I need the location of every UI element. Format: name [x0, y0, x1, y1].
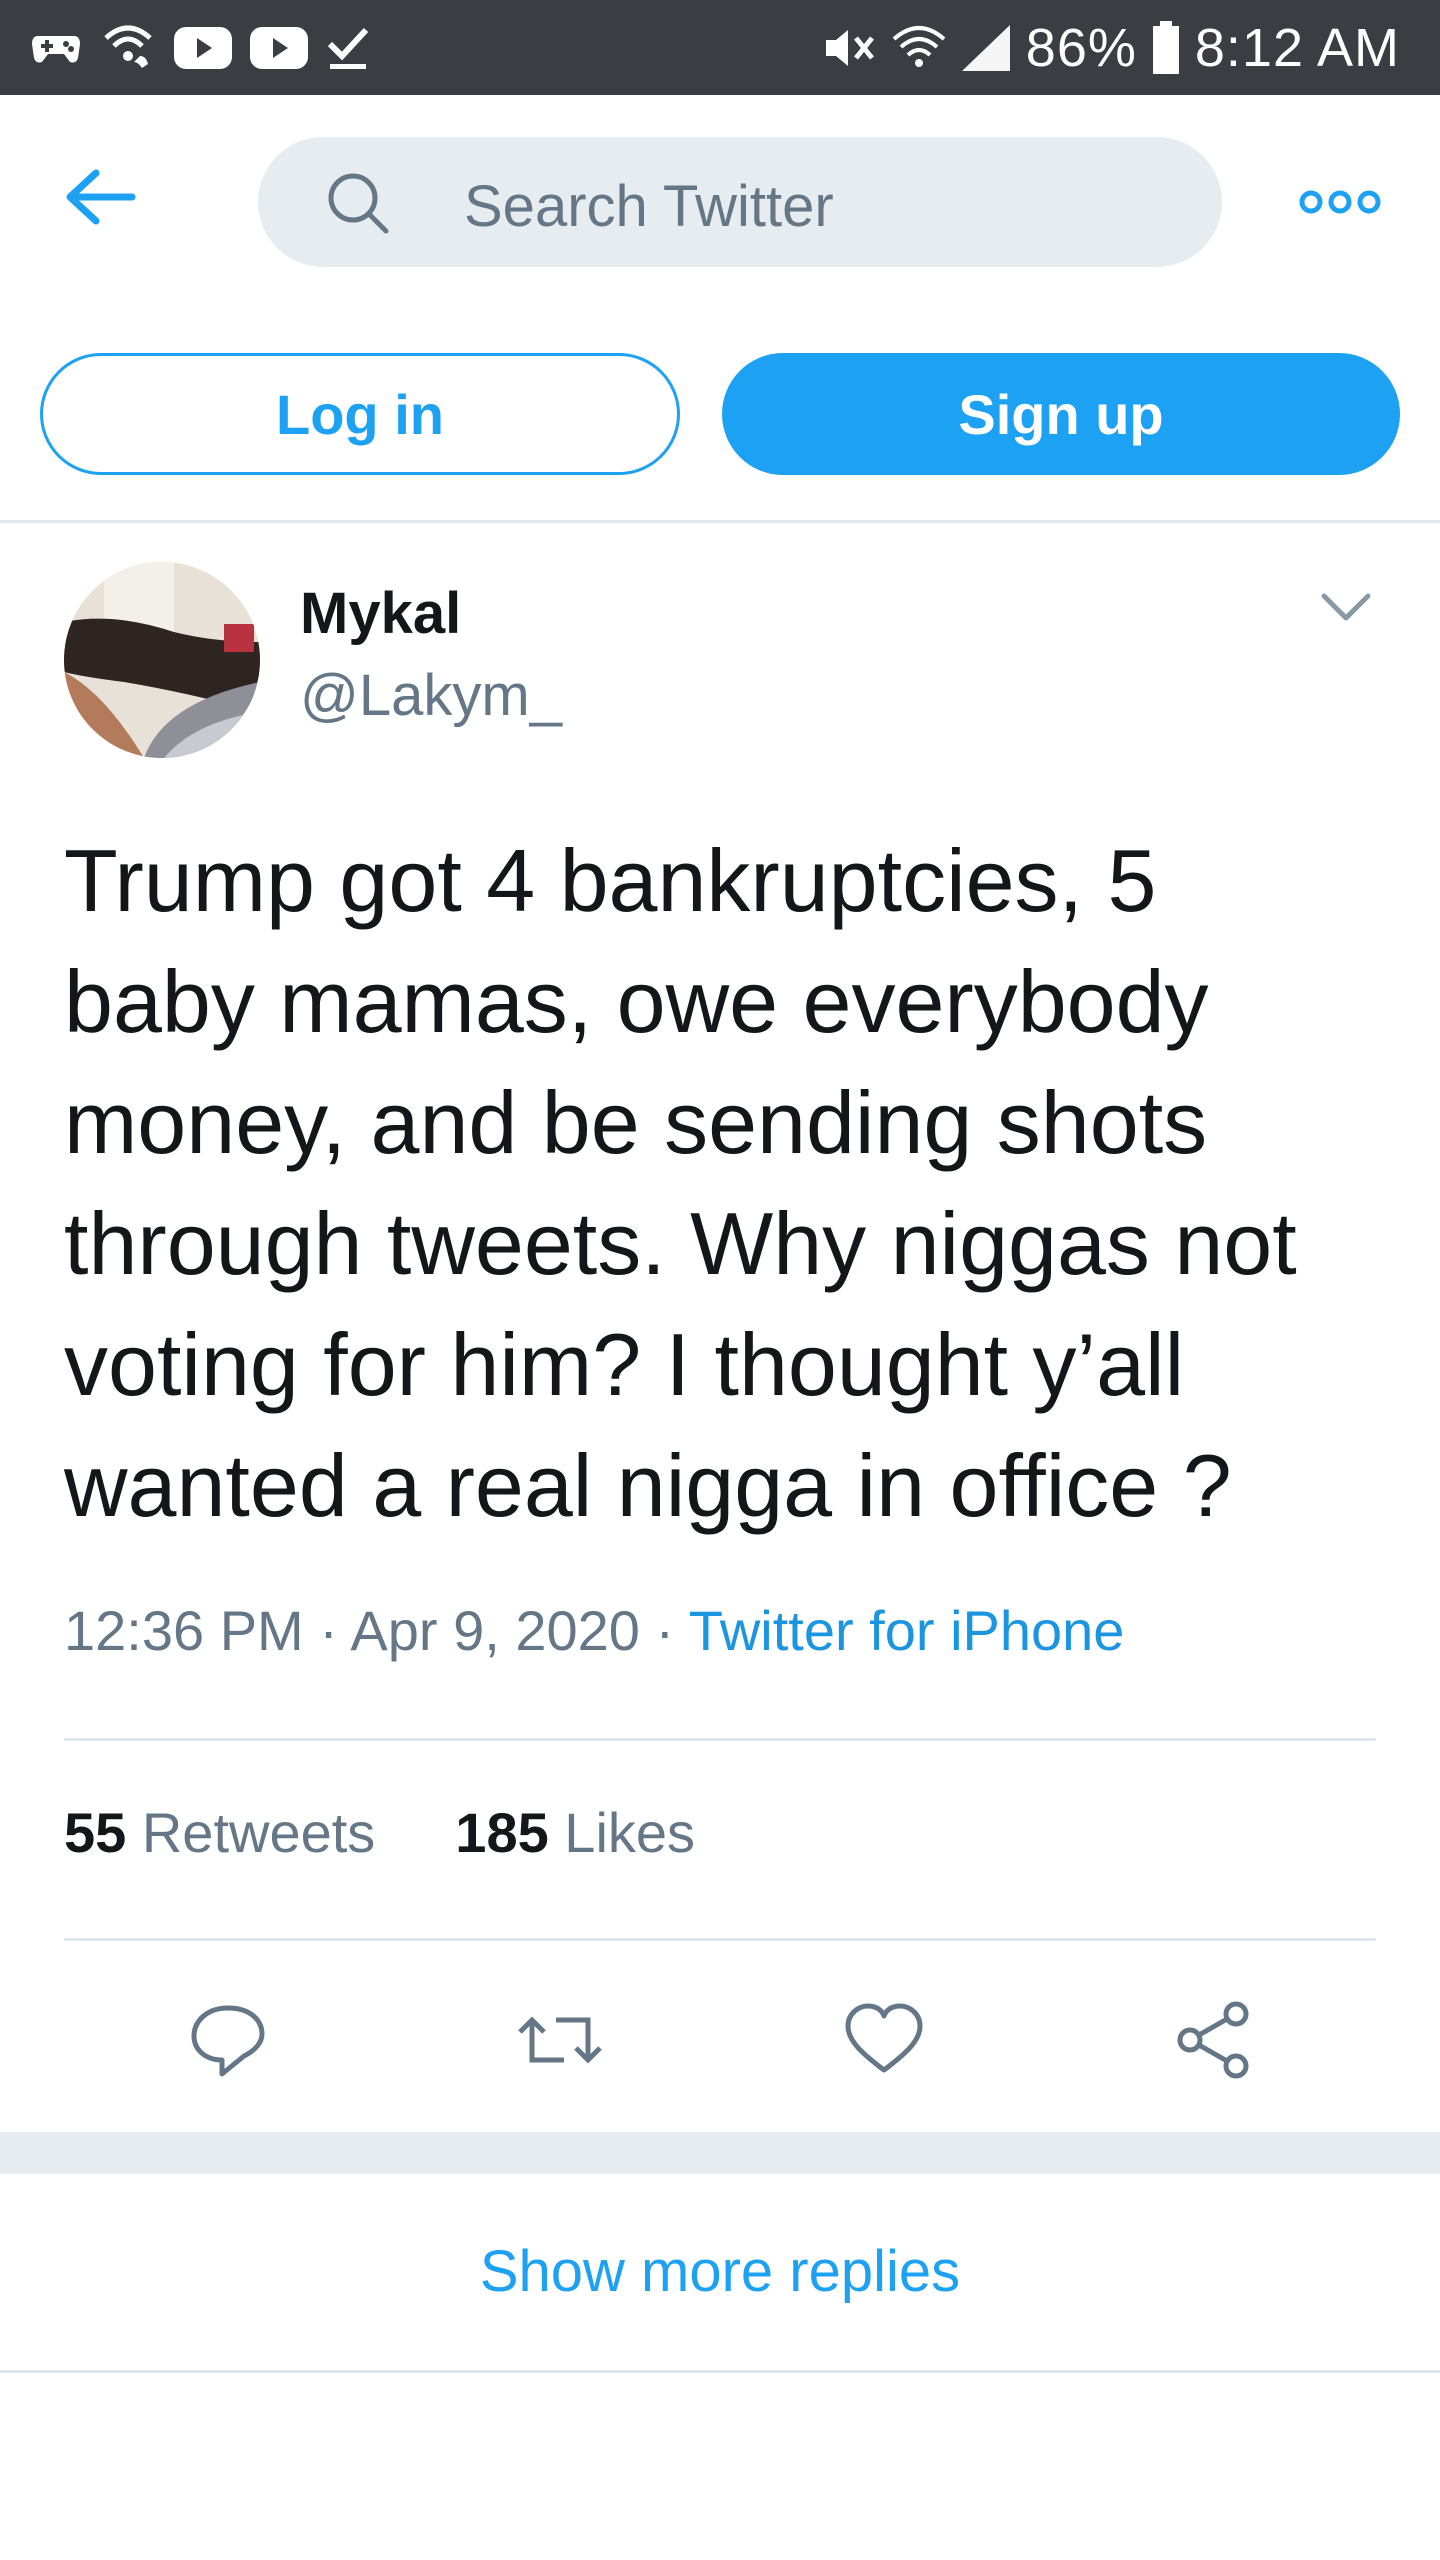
arrow-left-icon [66, 169, 136, 225]
youtube-icon [250, 27, 308, 69]
signup-button[interactable]: Sign up [722, 353, 1400, 475]
divider [64, 1938, 1376, 1941]
login-button[interactable]: Log in [40, 353, 680, 475]
tweet-stats: 55 Retweets 185 Likes [64, 1800, 695, 1865]
divider [0, 2370, 1440, 2373]
tweet-date[interactable]: Apr 9, 2020 [350, 1599, 640, 1662]
retweets-stat[interactable]: 55 Retweets [64, 1801, 375, 1864]
auth-buttons: Log in Sign up [0, 353, 1440, 475]
battery-percent: 86% [1025, 18, 1137, 78]
search-placeholder: Search Twitter [464, 174, 834, 239]
chevron-down-icon [1321, 593, 1371, 621]
more-options-button[interactable] [1298, 185, 1382, 219]
meta-separator: · [319, 1599, 351, 1662]
wifi-icon [892, 23, 946, 73]
show-more-replies-link[interactable]: Show more replies [0, 2238, 1440, 2305]
meta-separator: · [655, 1599, 689, 1662]
share-icon [1177, 2001, 1249, 2079]
youtube-icon [174, 27, 232, 69]
retweet-button[interactable] [512, 1998, 602, 2082]
tweet-time[interactable]: 12:36 PM [64, 1599, 304, 1662]
share-button[interactable] [1172, 1998, 1256, 2082]
reply-button[interactable] [186, 1998, 270, 2082]
author-name[interactable]: Mykal [300, 580, 461, 647]
like-count: 185 [455, 1801, 549, 1864]
top-navigation: Search Twitter [0, 95, 1440, 315]
retweet-icon [518, 2016, 602, 2064]
status-bar-left-icons [30, 20, 370, 76]
tweet-source[interactable]: Twitter for iPhone [689, 1599, 1125, 1662]
divider [64, 1738, 1376, 1741]
more-dots-icon [1299, 190, 1381, 214]
status-bar-right: 86% 8:12 AM [820, 14, 1400, 82]
heart-icon [845, 2003, 923, 2073]
tweet-meta: 12:36 PM · Apr 9, 2020 · Twitter for iPh… [64, 1598, 1124, 1663]
clock: 8:12 AM [1194, 18, 1400, 78]
like-button[interactable] [842, 1998, 926, 2082]
search-icon [326, 171, 390, 240]
mute-icon [820, 24, 878, 72]
tweet-menu-button[interactable] [1318, 590, 1374, 626]
back-button[interactable] [60, 167, 140, 227]
author-handle[interactable]: @Lakym_ [300, 662, 562, 729]
avatar[interactable] [64, 562, 260, 758]
tweet-text: Trump got 4 bankruptcies, 5 baby mamas, … [64, 831, 1297, 1535]
likes-stat[interactable]: 185 Likes [455, 1801, 695, 1864]
divider [0, 520, 1440, 523]
retweet-count: 55 [64, 1801, 127, 1864]
checkmark-icon [326, 24, 370, 72]
wifi-call-icon [100, 22, 156, 74]
search-bar[interactable]: Search Twitter [258, 137, 1222, 267]
reply-icon [191, 2005, 265, 2077]
battery-icon [1151, 21, 1181, 75]
retweet-label: Retweets [141, 1801, 376, 1864]
signal-icon [960, 23, 1012, 73]
section-separator [0, 2132, 1440, 2174]
like-label: Likes [564, 1801, 696, 1864]
status-bar: 86% 8:12 AM [0, 0, 1440, 95]
gamepad-icon [30, 28, 82, 68]
